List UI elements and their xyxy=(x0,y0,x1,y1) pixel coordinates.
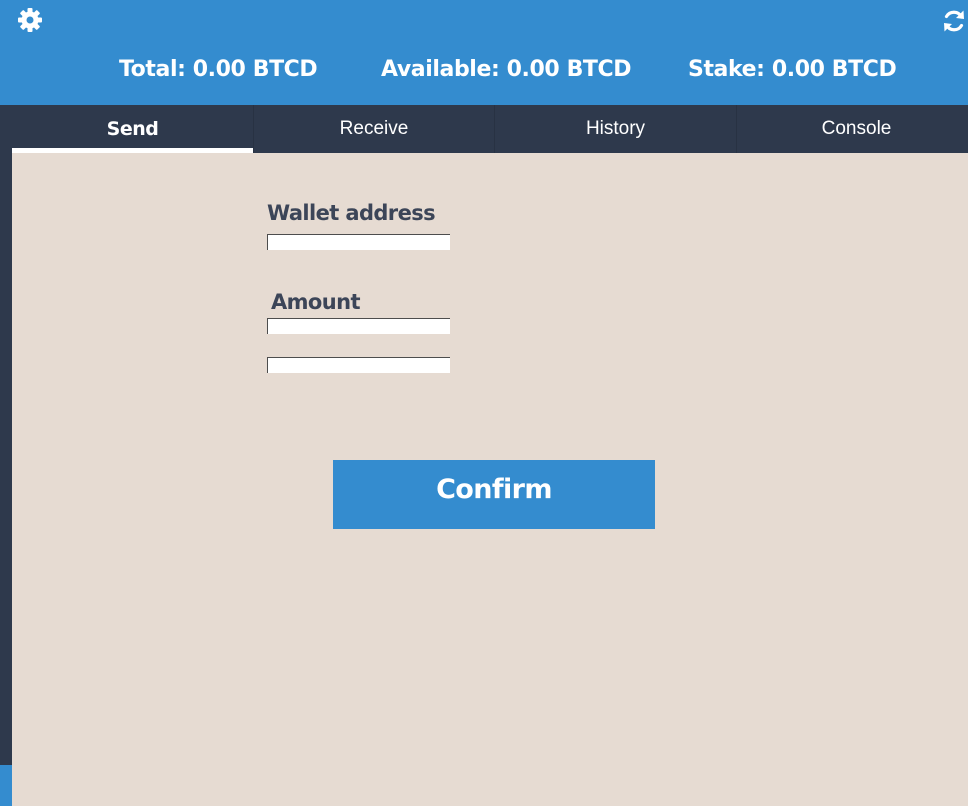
gear-icon xyxy=(18,8,42,32)
available-balance: Available: 0.00 BTCD xyxy=(381,57,632,82)
stake-balance: Stake: 0.00 BTCD xyxy=(688,57,897,82)
amount-label: Amount xyxy=(271,290,361,314)
sidebar-accent xyxy=(0,765,12,806)
settings-button[interactable] xyxy=(17,7,43,33)
secondary-input[interactable] xyxy=(267,357,450,373)
header-bar: Total: 0.00 BTCD Available: 0.00 BTCD St… xyxy=(0,0,968,105)
refresh-button[interactable] xyxy=(941,8,967,34)
tab-bar: Send Receive History Console xyxy=(0,105,968,153)
refresh-icon xyxy=(944,10,964,32)
confirm-button[interactable]: Confirm xyxy=(333,460,655,529)
tab-send[interactable]: Send xyxy=(12,105,253,153)
wallet-address-label: Wallet address xyxy=(267,201,436,225)
tab-receive[interactable]: Receive xyxy=(253,105,494,153)
amount-input[interactable] xyxy=(267,318,450,334)
left-sidebar xyxy=(0,153,12,765)
tab-console[interactable]: Console xyxy=(736,105,968,153)
total-balance: Total: 0.00 BTCD xyxy=(119,57,318,82)
tab-history[interactable]: History xyxy=(494,105,736,153)
wallet-address-input[interactable] xyxy=(267,234,450,250)
